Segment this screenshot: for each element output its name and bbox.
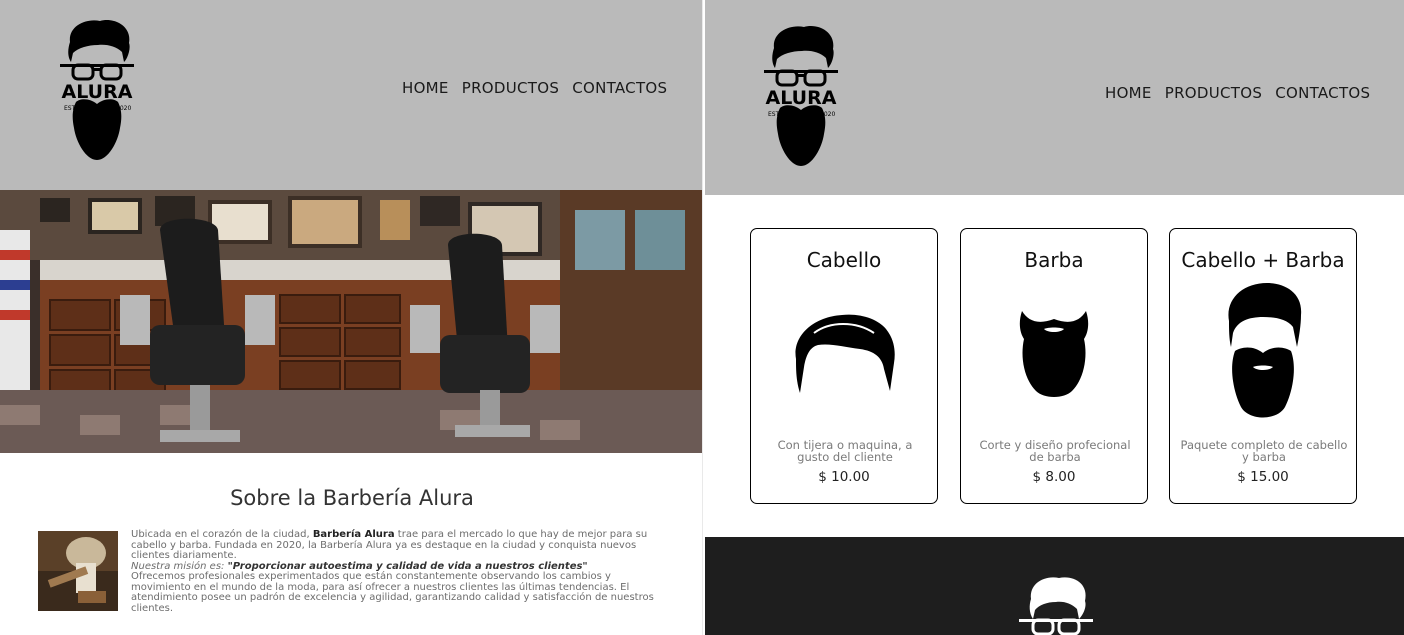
- about-section: Sobre la Barbería Alura Ubicada en el co…: [38, 453, 666, 635]
- barber-logo-icon[interactable]: ALURA ESTD 2020: [56, 18, 138, 160]
- about-paragraph-2: Ofrecemos profesionales experimentados q…: [131, 571, 654, 614]
- nav-contacts-link[interactable]: CONTACTOS: [1275, 84, 1370, 102]
- nav-home-link[interactable]: HOME: [402, 79, 449, 97]
- products-page-pane: ALURA ESTD 2020 HOME PRODUCTOS CONTACTOS…: [705, 0, 1404, 635]
- product-price: $ 15.00: [1237, 469, 1289, 485]
- product-title: Cabello: [806, 248, 882, 272]
- nav-home-link[interactable]: HOME: [1105, 84, 1152, 102]
- nav-products-link[interactable]: PRODUCTOS: [1165, 84, 1262, 102]
- svg-text:ALURA: ALURA: [62, 81, 133, 103]
- site-header: ALURA ESTD 2020 HOME PRODUCTOS CONTACTOS: [0, 0, 702, 190]
- barbershop-interior-image: [0, 190, 702, 453]
- site-footer: [705, 537, 1404, 635]
- product-card[interactable]: Cabello + Barba Paquete completo de cabe…: [1169, 228, 1357, 504]
- product-card[interactable]: Barba Corte y diseño profecional de barb…: [960, 228, 1148, 504]
- product-card[interactable]: Cabello Con tijera o maquina, a gusto de…: [750, 228, 938, 504]
- products-list: Cabello Con tijera o maquina, a gusto de…: [750, 228, 1357, 504]
- barber-logo-icon[interactable]: ALURA ESTD 2020: [760, 24, 842, 166]
- product-title: Cabello + Barba: [1181, 248, 1345, 272]
- mission-quote: "Proporcionar autoestima y calidad de vi…: [227, 560, 588, 572]
- svg-text:ALURA: ALURA: [766, 87, 837, 109]
- mission-label: Nuestra misión es:: [131, 560, 228, 572]
- main-nav: HOME PRODUCTOS CONTACTOS: [1105, 84, 1370, 102]
- barber-logo-icon: [1017, 575, 1095, 635]
- product-description: Paquete completo de cabello y barba: [1180, 438, 1348, 464]
- product-title: Barba: [1024, 248, 1084, 272]
- beard-icon: [1018, 307, 1090, 399]
- about-title: Sobre la Barbería Alura: [230, 486, 474, 510]
- site-header: ALURA ESTD 2020 HOME PRODUCTOS CONTACTOS: [705, 0, 1404, 195]
- main-nav: HOME PRODUCTOS CONTACTOS: [402, 79, 667, 97]
- product-price: $ 8.00: [1032, 469, 1076, 485]
- home-page-pane: ALURA ESTD 2020 HOME PRODUCTOS CONTACTOS: [0, 0, 702, 635]
- product-price: $ 10.00: [818, 469, 870, 485]
- product-description: Corte y diseño profecional de barba: [979, 438, 1131, 464]
- nav-products-link[interactable]: PRODUCTOS: [462, 79, 559, 97]
- hair-and-beard-icon: [1221, 281, 1305, 425]
- product-description: Con tijera o maquina, a gusto del client…: [777, 438, 913, 464]
- about-text: Ubicada en el corazón de la ciudad, Barb…: [131, 529, 654, 614]
- shaving-brush-image: [38, 531, 118, 611]
- hair-icon: [790, 311, 898, 395]
- brand-name: Barbería Alura: [312, 529, 395, 540]
- nav-contacts-link[interactable]: CONTACTOS: [572, 79, 667, 97]
